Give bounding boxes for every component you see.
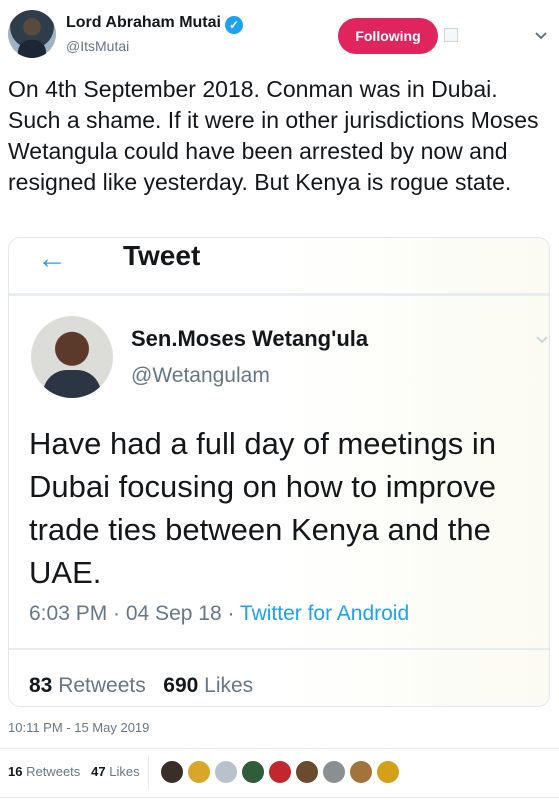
chevron-down-icon: [536, 336, 548, 344]
embedded-retweets-count: 83: [29, 674, 53, 697]
retweets-count[interactable]: 16: [8, 764, 22, 779]
liker-avatar[interactable]: [268, 760, 292, 784]
likes-label[interactable]: Likes: [109, 764, 139, 779]
liker-avatar[interactable]: [187, 760, 211, 784]
liker-avatar[interactable]: [322, 760, 346, 784]
liker-avatar[interactable]: [295, 760, 319, 784]
embedded-stats: 83 Retweets 690 Likes: [29, 674, 253, 698]
author-handle[interactable]: @ItsMutai: [66, 38, 129, 54]
embedded-likes-count: 690: [163, 674, 199, 697]
embedded-tweet-meta: 6:03 PM · 04 Sep 18 · Twitter for Androi…: [29, 602, 409, 626]
embedded-author-name: Sen.Moses Wetang'ula: [131, 326, 369, 351]
liker-avatar[interactable]: [214, 760, 238, 784]
tweet-header: Lord Abraham Mutai ✓ @ItsMutai Following: [0, 0, 559, 70]
following-button[interactable]: Following: [338, 18, 438, 54]
divider: [0, 748, 559, 749]
card-icon[interactable]: [444, 28, 458, 42]
liker-avatar[interactable]: [160, 760, 184, 784]
retweets-label[interactable]: Retweets: [26, 764, 80, 779]
likes-count[interactable]: 47: [91, 764, 105, 779]
embedded-header-title: Tweet: [123, 240, 201, 271]
embedded-author-handle: @Wetangulam: [131, 364, 270, 387]
divider: [9, 648, 549, 650]
liker-avatars: [160, 760, 403, 784]
author-avatar[interactable]: [8, 10, 56, 58]
tweet-timestamp[interactable]: 10:11 PM - 15 May 2019: [8, 720, 149, 735]
embedded-header: ← Tweet: [9, 238, 549, 296]
divider: [0, 797, 559, 798]
embedded-retweets-label: Retweets: [58, 674, 146, 697]
embedded-tweet-text: Have had a full day of meetings in Dubai…: [29, 426, 496, 590]
author-name-text[interactable]: Lord Abraham Mutai: [66, 14, 221, 31]
embedded-source: Twitter for Android: [239, 602, 410, 625]
embedded-likes-label: Likes: [204, 674, 254, 697]
liker-avatar[interactable]: [349, 760, 373, 784]
author-name[interactable]: Lord Abraham Mutai ✓: [66, 14, 243, 34]
liker-avatar[interactable]: [376, 760, 400, 784]
embedded-tweet-screenshot: ← Tweet Sen.Moses Wetang'ula @Wetangulam…: [8, 237, 550, 707]
embedded-time: 6:03 PM · 04 Sep 18 ·: [29, 602, 240, 625]
tweet-text: On 4th September 2018. Conman was in Dub…: [8, 76, 539, 195]
embedded-author-avatar: [31, 316, 113, 398]
tweet-stats: 16 Retweets 47 Likes: [8, 764, 140, 779]
verified-badge-icon: ✓: [224, 16, 243, 34]
divider: [148, 756, 149, 790]
liker-avatar[interactable]: [241, 760, 265, 784]
chevron-down-icon[interactable]: [532, 26, 550, 44]
back-arrow-icon: ←: [37, 242, 67, 275]
